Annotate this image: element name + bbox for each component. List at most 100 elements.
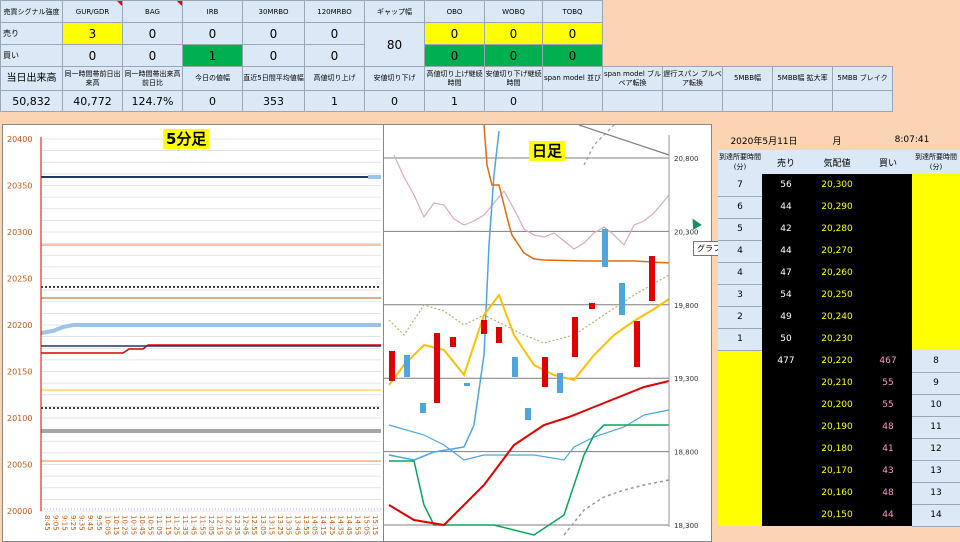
volume-header: 安値切り下げ (364, 66, 425, 91)
volume-value[interactable] (662, 90, 723, 112)
ask-volume[interactable]: 54 (762, 284, 810, 306)
signal-cell[interactable]: 0 (484, 44, 543, 67)
ask-volume[interactable]: 47 (762, 262, 810, 284)
chart-daily-pane[interactable]: 20,800 20,300 19,800 19,300 18,800 18,300 (383, 124, 712, 542)
volume-value[interactable]: 50,832 (0, 90, 63, 112)
x-tick-label: 14:45 (345, 515, 353, 535)
ask-volume[interactable] (762, 394, 810, 416)
signal-cell[interactable]: 0 (182, 22, 243, 45)
chart-5min[interactable]: 20400 20350 20300 20250 20200 20150 20100 20050… (3, 125, 383, 541)
volume-header: 高値切り上げ (304, 66, 365, 91)
signal-header[interactable]: BAG (122, 0, 183, 23)
volume-value[interactable]: 40,772 (62, 90, 123, 112)
board-row-ask: 1 50 20,230 (718, 328, 960, 351)
volume-value[interactable]: 1 (304, 90, 365, 112)
signal-cell[interactable]: 0 (304, 22, 365, 45)
signal-cell[interactable]: 0 (424, 44, 485, 67)
bid-price[interactable]: 20,150 (810, 504, 864, 526)
ask-volume[interactable] (762, 372, 810, 394)
signal-cell[interactable]: 3 (62, 22, 123, 45)
bid-price[interactable]: 20,180 (810, 438, 864, 460)
ask-price[interactable]: 20,250 (810, 284, 864, 306)
signal-cell[interactable]: 0 (242, 44, 305, 67)
ask-time: 7 (718, 174, 762, 197)
signal-cell[interactable]: 0 (122, 44, 183, 67)
chart-daily-lines (388, 125, 670, 536)
signal-cell[interactable]: 0 (424, 22, 485, 45)
ask-volume[interactable]: 56 (762, 174, 810, 196)
bid-time: 10 (912, 394, 960, 417)
candle (525, 408, 531, 420)
bid-volume[interactable]: 44 (864, 504, 912, 526)
ask-volume[interactable] (762, 438, 810, 460)
ask-volume[interactable]: 44 (762, 196, 810, 218)
volume-value[interactable]: 353 (242, 90, 305, 112)
bid-volume[interactable]: 55 (864, 394, 912, 416)
x-tick-label: 14:55 (354, 515, 362, 535)
ask-time: 5 (718, 218, 762, 241)
ask-volume[interactable] (762, 460, 810, 482)
signal-cell[interactable]: 0 (542, 44, 603, 67)
ask-volume[interactable]: 50 (762, 328, 810, 350)
ask-price[interactable]: 20,280 (810, 218, 864, 240)
ask-price[interactable]: 20,260 (810, 262, 864, 284)
x-tick-label: 14:05 (311, 515, 319, 535)
board-header: 到達所要時間(分) (912, 150, 960, 174)
bid-volume[interactable]: 467 (864, 350, 912, 372)
ask-volume[interactable] (762, 482, 810, 504)
board-date: 2020年5月11日 (718, 130, 810, 150)
signal-cell[interactable]: 0 (304, 44, 365, 67)
volume-value[interactable] (772, 90, 833, 112)
bid-volume[interactable]: 43 (864, 460, 912, 482)
bid-time: 14 (912, 504, 960, 527)
chart-daily[interactable]: 20,800 20,300 19,800 19,300 18,800 18,300 (384, 125, 711, 541)
bid-volume[interactable]: 41 (864, 438, 912, 460)
bid-price[interactable]: 20,210 (810, 372, 864, 394)
volume-value[interactable] (832, 90, 893, 112)
volume-value[interactable] (542, 90, 603, 112)
volume-value[interactable]: 1 (424, 90, 485, 112)
signal-cell[interactable]: 1 (182, 44, 243, 67)
ask-price[interactable]: 20,300 (810, 174, 864, 196)
bid-volume[interactable]: 48 (864, 482, 912, 504)
signal-cell[interactable]: 0 (542, 22, 603, 45)
ask-volume[interactable]: 477 (762, 350, 810, 372)
y-tick-label: 20,300 (674, 228, 699, 236)
signal-cell[interactable]: 0 (484, 22, 543, 45)
bid-volume[interactable]: 55 (864, 372, 912, 394)
bid-price[interactable]: 20,200 (810, 394, 864, 416)
volume-value[interactable]: 0 (484, 90, 543, 112)
ask-volume[interactable]: 42 (762, 218, 810, 240)
signal-cell[interactable]: 0 (62, 44, 123, 67)
ask-price[interactable]: 20,230 (810, 328, 864, 350)
volume-value[interactable] (722, 90, 773, 112)
volume-value[interactable]: 0 (364, 90, 425, 112)
ask-volume[interactable]: 49 (762, 306, 810, 328)
ask-volume[interactable]: 44 (762, 240, 810, 262)
chart-5min-title: 5分足 (163, 129, 210, 149)
signal-header: TOBQ (542, 0, 603, 23)
line-olive-dotted (388, 274, 670, 344)
gap-value[interactable]: 80 (364, 22, 425, 67)
volume-value[interactable]: 124.7% (122, 90, 183, 112)
ask-volume[interactable] (762, 504, 810, 526)
x-tick-label: 8:45 (43, 515, 51, 531)
volume-table: 当日出来高 同一時間帯前日出来高 同一時間帯出来高前日比 今日の値幅 直近5日間… (0, 66, 893, 112)
bid-price[interactable]: 20,220 (810, 350, 864, 372)
ask-price[interactable]: 20,240 (810, 306, 864, 328)
bid-volume[interactable]: 48 (864, 416, 912, 438)
bid-price[interactable]: 20,190 (810, 416, 864, 438)
bid-time: 11 (912, 416, 960, 439)
signal-header[interactable]: GUR/GDR (62, 0, 123, 23)
x-tick-label: 10:25 (121, 515, 129, 535)
ask-price[interactable]: 20,290 (810, 196, 864, 218)
bid-price[interactable]: 20,160 (810, 482, 864, 504)
chart-5min-pane[interactable]: 20400 20350 20300 20250 20200 20150 20100 20050… (2, 124, 384, 542)
signal-cell[interactable]: 0 (122, 22, 183, 45)
bid-price[interactable]: 20,170 (810, 460, 864, 482)
signal-cell[interactable]: 0 (242, 22, 305, 45)
volume-value[interactable] (602, 90, 663, 112)
ask-price[interactable]: 20,270 (810, 240, 864, 262)
ask-volume[interactable] (762, 416, 810, 438)
volume-value[interactable]: 0 (182, 90, 243, 112)
